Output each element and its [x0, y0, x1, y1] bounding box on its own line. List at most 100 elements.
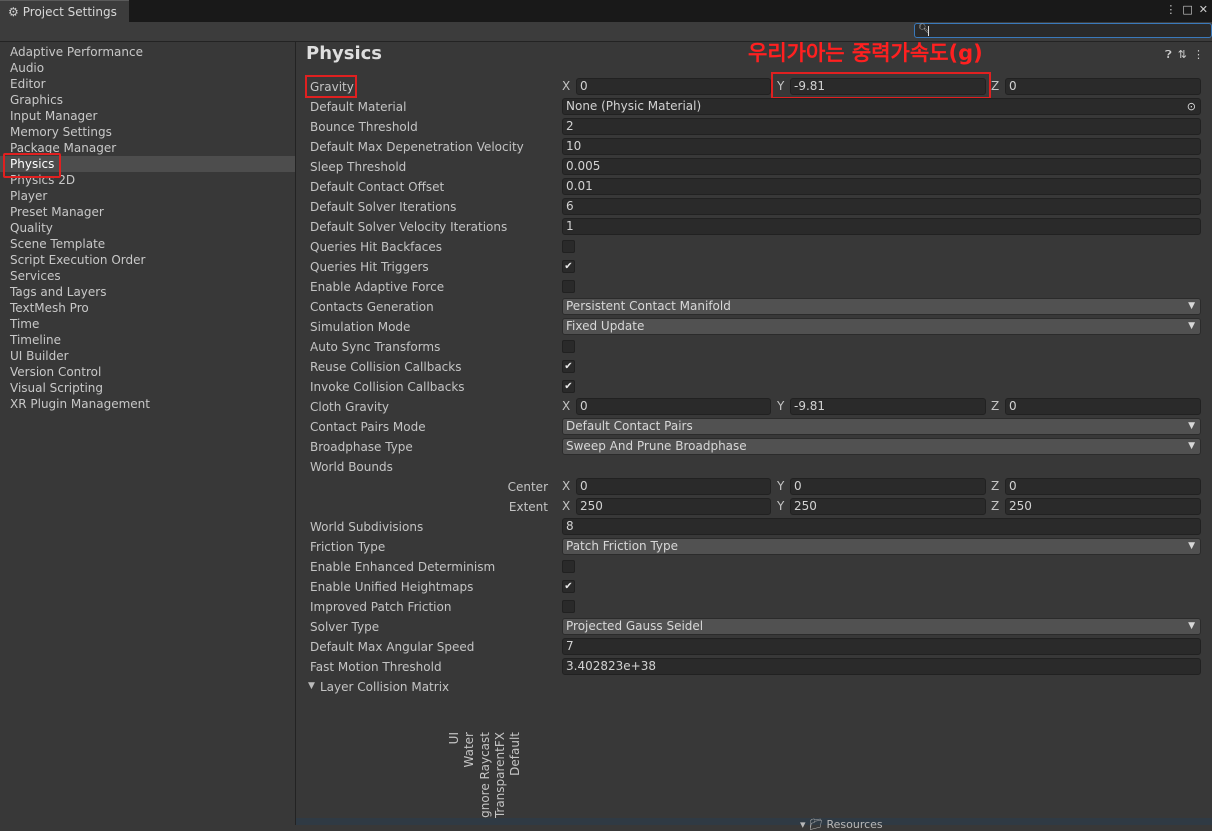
default-material-value: None (Physic Material): [566, 99, 702, 113]
sidebar-item-player[interactable]: Player: [0, 188, 295, 204]
center-x-field[interactable]: 0: [576, 478, 771, 495]
dropdown-arrow-icon: ▼: [1188, 441, 1195, 451]
unified-heightmaps-checkbox[interactable]: ✔: [562, 580, 575, 593]
reuse-callbacks-label: Reuse Collision Callbacks: [310, 360, 462, 374]
sidebar-item-xr-plugin-management[interactable]: XR Plugin Management: [0, 396, 295, 412]
maximize-icon[interactable]: □: [1182, 3, 1192, 16]
checkmark-icon: ✔: [564, 361, 573, 372]
default-material-label: Default Material: [310, 100, 407, 114]
preset-icon[interactable]: ⇅: [1178, 48, 1187, 62]
world-subdivisions-label: World Subdivisions: [310, 520, 424, 534]
gravity-y-highlight-box: [771, 72, 991, 99]
sidebar-item-preset-manager[interactable]: Preset Manager: [0, 204, 295, 220]
project-settings-tab[interactable]: ⚙ Project Settings: [0, 0, 129, 22]
help-icon[interactable]: ❓︎: [1165, 48, 1172, 62]
extent-x-field[interactable]: 250: [576, 498, 771, 515]
sidebar-item-input-manager[interactable]: Input Manager: [0, 108, 295, 124]
max-angular-speed-field[interactable]: 7: [562, 638, 1201, 655]
matrix-layer-water: Water: [462, 732, 476, 768]
dropdown-arrow-icon: ▼: [1188, 621, 1195, 631]
cloth-gravity-y-field[interactable]: -9.81: [790, 398, 986, 415]
contact-pairs-mode-dropdown[interactable]: Default Contact Pairs ▼: [562, 418, 1201, 435]
queries-hit-backfaces-checkbox[interactable]: [562, 240, 575, 253]
simulation-mode-value: Fixed Update: [566, 319, 645, 333]
sidebar-item-timeline[interactable]: Timeline: [0, 332, 295, 348]
fast-motion-threshold-label: Fast Motion Threshold: [310, 660, 442, 674]
friction-type-dropdown[interactable]: Patch Friction Type ▼: [562, 538, 1201, 555]
contact-pairs-mode-value: Default Contact Pairs: [566, 419, 693, 433]
sidebar-item-time[interactable]: Time: [0, 316, 295, 332]
improved-patch-friction-label: Improved Patch Friction: [310, 600, 452, 614]
page-title: Physics: [306, 43, 383, 64]
default-material-field[interactable]: None (Physic Material) ⊙: [562, 98, 1201, 115]
sidebar-item-tags-and-layers[interactable]: Tags and Layers: [0, 284, 295, 300]
axis-y-label: Y: [777, 399, 785, 413]
object-picker-icon[interactable]: ⊙: [1187, 99, 1196, 114]
layer-collision-matrix-foldout[interactable]: Layer Collision Matrix: [320, 679, 449, 695]
gravity-annotation: 우리가아는 중력가속도(g): [748, 41, 983, 65]
sleep-threshold-field[interactable]: 0.005: [562, 158, 1201, 175]
bounce-threshold-field[interactable]: 2: [562, 118, 1201, 135]
gravity-x-field[interactable]: 0: [576, 78, 771, 95]
sidebar-item-adaptive-performance[interactable]: Adaptive Performance: [0, 44, 295, 60]
queries-hit-triggers-checkbox[interactable]: ✔: [562, 260, 575, 273]
text-caret: [928, 26, 929, 36]
sidebar-item-ui-builder[interactable]: UI Builder: [0, 348, 295, 364]
simulation-mode-dropdown[interactable]: Fixed Update ▼: [562, 318, 1201, 335]
sidebar-item-scene-template[interactable]: Scene Template: [0, 236, 295, 252]
more-options-icon[interactable]: ⋮: [1165, 3, 1176, 16]
matrix-layer-default: Default: [508, 732, 522, 776]
matrix-layer-ui: UI: [447, 732, 461, 745]
bounce-threshold-label: Bounce Threshold: [310, 120, 418, 134]
center-y-field[interactable]: 0: [790, 478, 986, 495]
extent-y-field[interactable]: 250: [790, 498, 986, 515]
axis-x-label: X: [562, 79, 571, 93]
axis-x-label: X: [562, 399, 571, 413]
broadphase-type-dropdown[interactable]: Sweep And Prune Broadphase ▼: [562, 438, 1201, 455]
invoke-callbacks-checkbox[interactable]: ✔: [562, 380, 575, 393]
physics-settings-panel: Physics ❓︎ ⇅ ⋮ 우리가아는 중력가속도(g) Gravity X …: [296, 41, 1212, 825]
sidebar-item-version-control[interactable]: Version Control: [0, 364, 295, 380]
reuse-callbacks-checkbox[interactable]: ✔: [562, 360, 575, 373]
solver-iterations-field[interactable]: 6: [562, 198, 1201, 215]
max-depenetration-field[interactable]: 10: [562, 138, 1201, 155]
improved-patch-friction-checkbox[interactable]: [562, 600, 575, 613]
world-subdivisions-field[interactable]: 8: [562, 518, 1201, 535]
center-z-field[interactable]: 0: [1005, 478, 1201, 495]
sidebar-item-visual-scripting[interactable]: Visual Scripting: [0, 380, 295, 396]
solver-velocity-iterations-field[interactable]: 1: [562, 218, 1201, 235]
checkmark-icon: ✔: [564, 381, 573, 392]
sidebar-item-services[interactable]: Services: [0, 268, 295, 284]
gear-icon: ⚙: [8, 4, 19, 19]
sidebar-item-editor[interactable]: Editor: [0, 76, 295, 92]
window-controls: ⋮ □ ✕: [1165, 3, 1208, 16]
sidebar-item-quality[interactable]: Quality: [0, 220, 295, 236]
more-options-icon[interactable]: ⋮: [1193, 48, 1204, 62]
cloth-gravity-z-field[interactable]: 0: [1005, 398, 1201, 415]
extent-z-field[interactable]: 250: [1005, 498, 1201, 515]
sidebar-item-textmesh-pro[interactable]: TextMesh Pro: [0, 300, 295, 316]
unified-heightmaps-label: Enable Unified Heightmaps: [310, 580, 474, 594]
contact-offset-field[interactable]: 0.01: [562, 178, 1201, 195]
gravity-z-field[interactable]: 0: [1005, 78, 1201, 95]
header-icons: ❓︎ ⇅ ⋮: [1165, 48, 1204, 62]
close-icon[interactable]: ✕: [1199, 3, 1208, 16]
contacts-generation-dropdown[interactable]: Persistent Contact Manifold ▼: [562, 298, 1201, 315]
broadphase-type-label: Broadphase Type: [310, 440, 413, 454]
max-angular-speed-label: Default Max Angular Speed: [310, 640, 475, 654]
adaptive-force-checkbox[interactable]: [562, 280, 575, 293]
solver-type-dropdown[interactable]: Projected Gauss Seidel ▼: [562, 618, 1201, 635]
cloth-gravity-x-field[interactable]: 0: [576, 398, 771, 415]
sidebar-item-script-execution-order[interactable]: Script Execution Order: [0, 252, 295, 268]
fast-motion-threshold-field[interactable]: 3.402823e+38: [562, 658, 1201, 675]
search-input[interactable]: 🔍︎: [914, 23, 1212, 38]
enhanced-determinism-checkbox[interactable]: [562, 560, 575, 573]
sidebar-item-audio[interactable]: Audio: [0, 60, 295, 76]
contacts-generation-label: Contacts Generation: [310, 300, 434, 314]
foldout-arrow-icon[interactable]: ▼: [308, 681, 315, 691]
auto-sync-checkbox[interactable]: [562, 340, 575, 353]
sidebar-item-graphics[interactable]: Graphics: [0, 92, 295, 108]
sidebar-item-memory-settings[interactable]: Memory Settings: [0, 124, 295, 140]
axis-z-label: Z: [991, 79, 1000, 93]
contact-offset-label: Default Contact Offset: [310, 180, 445, 194]
